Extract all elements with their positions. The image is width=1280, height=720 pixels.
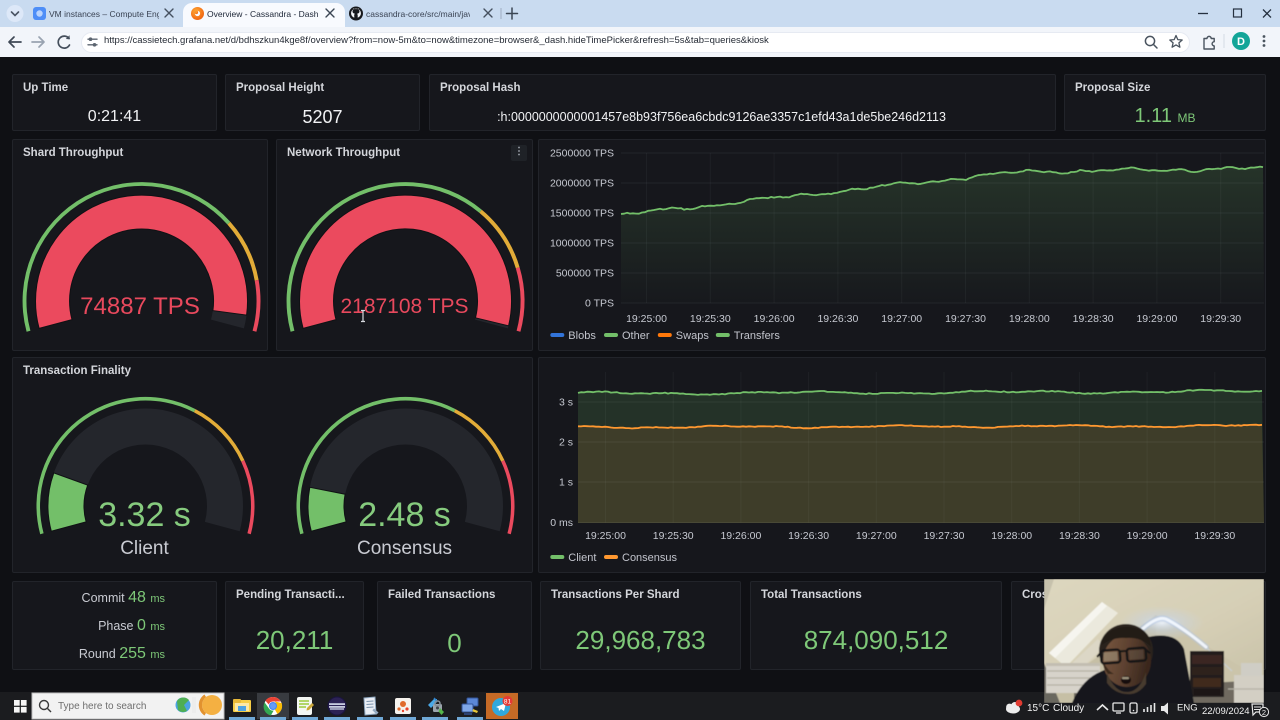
svg-text:1 s: 1 s	[559, 477, 573, 489]
svg-text:19:29:30: 19:29:30	[1194, 530, 1235, 542]
svg-text:19:28:00: 19:28:00	[1009, 313, 1050, 325]
svg-text:2500000 TPS: 2500000 TPS	[550, 148, 614, 160]
svg-text:15°C: 15°C	[1027, 703, 1049, 714]
svg-text:19:25:00: 19:25:00	[585, 530, 626, 542]
svg-text:1500000 TPS: 1500000 TPS	[550, 208, 614, 220]
svg-text:Swaps: Swaps	[676, 330, 710, 342]
svg-text:Blobs: Blobs	[568, 330, 596, 342]
svg-text:19:26:00: 19:26:00	[720, 530, 761, 542]
svg-text:19:25:00: 19:25:00	[626, 313, 667, 325]
svg-text:0 ms: 0 ms	[550, 517, 573, 529]
svg-text:19:27:00: 19:27:00	[856, 530, 897, 542]
svg-text:19:26:30: 19:26:30	[817, 313, 858, 325]
svg-text:19:28:30: 19:28:30	[1073, 313, 1114, 325]
svg-text:19:27:00: 19:27:00	[881, 313, 922, 325]
svg-text:Consensus: Consensus	[622, 552, 678, 564]
svg-text:19:27:30: 19:27:30	[945, 313, 986, 325]
svg-text:81: 81	[504, 698, 512, 705]
svg-text:ENG: ENG	[1177, 703, 1198, 714]
svg-text:0 TPS: 0 TPS	[585, 298, 614, 310]
svg-text:19:27:30: 19:27:30	[924, 530, 965, 542]
svg-text:D: D	[1237, 36, 1245, 48]
svg-text:19:29:00: 19:29:00	[1136, 313, 1177, 325]
svg-text:3 s: 3 s	[559, 397, 573, 409]
svg-text:Other: Other	[622, 330, 650, 342]
svg-text:Client: Client	[568, 552, 596, 564]
svg-text:19:28:00: 19:28:00	[991, 530, 1032, 542]
svg-text:19:26:00: 19:26:00	[754, 313, 795, 325]
svg-text:500000 TPS: 500000 TPS	[556, 268, 614, 280]
svg-text:Cloudy: Cloudy	[1053, 703, 1084, 714]
svg-text:Type here to search: Type here to search	[58, 701, 146, 712]
svg-text:19:29:30: 19:29:30	[1200, 313, 1241, 325]
svg-text:2: 2	[1262, 708, 1266, 717]
svg-text:2000000 TPS: 2000000 TPS	[550, 178, 614, 190]
svg-text:1000000 TPS: 1000000 TPS	[550, 238, 614, 250]
svg-text:22/09/2024: 22/09/2024	[1202, 706, 1250, 717]
svg-text:19:26:30: 19:26:30	[788, 530, 829, 542]
svg-text:19:28:30: 19:28:30	[1059, 530, 1100, 542]
svg-text:2 s: 2 s	[559, 437, 573, 449]
svg-text:19:29:00: 19:29:00	[1127, 530, 1168, 542]
svg-text:Transfers: Transfers	[734, 330, 781, 342]
svg-text:19:25:30: 19:25:30	[690, 313, 731, 325]
svg-text:19:25:30: 19:25:30	[653, 530, 694, 542]
